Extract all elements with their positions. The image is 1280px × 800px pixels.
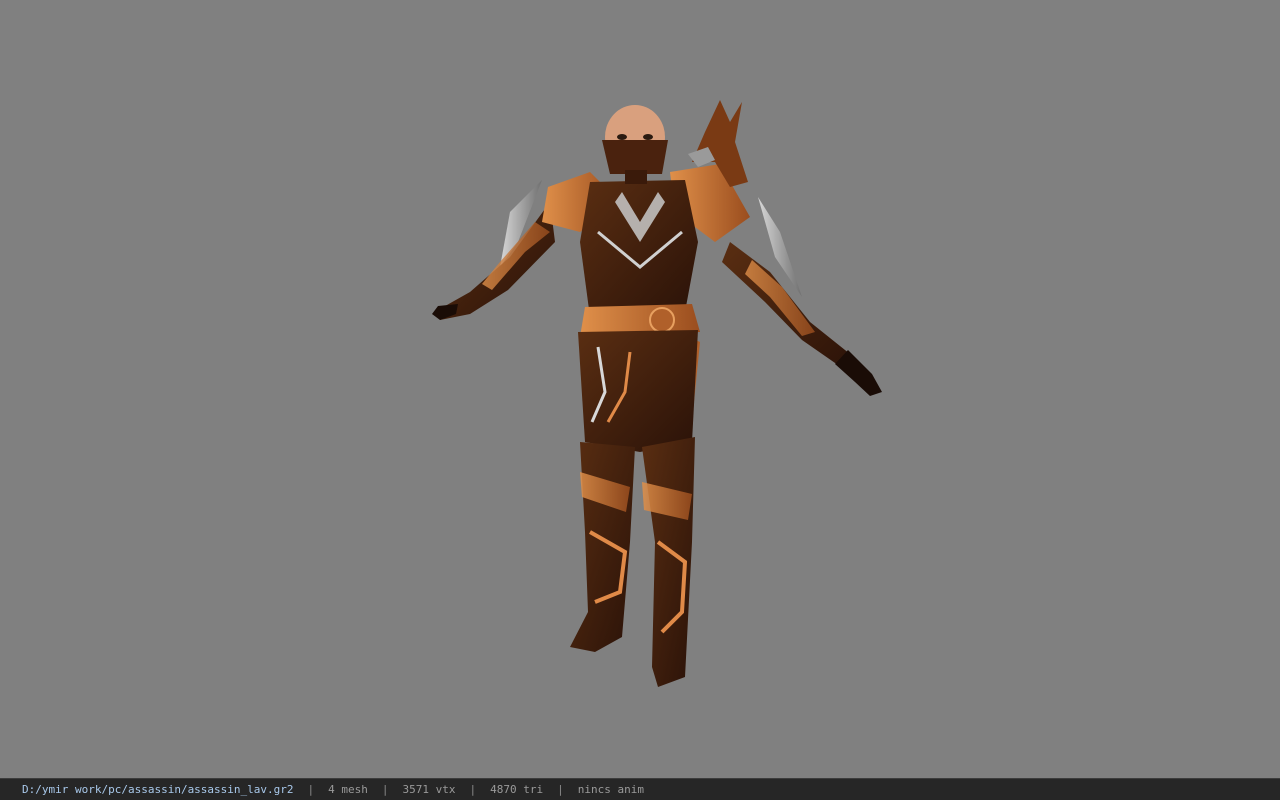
character-model-icon (432, 100, 882, 687)
status-bar: D:/ymir work/pc/assassin/assassin_lav.gr… (0, 778, 1280, 800)
model-viewport[interactable] (0, 0, 1280, 778)
separator: | (557, 783, 564, 796)
triangle-count-label: 4870 tri (490, 783, 544, 796)
vertex-count-label: 3571 vtx (402, 783, 456, 796)
file-path-label: D:/ymir work/pc/assassin/assassin_lav.gr… (22, 783, 294, 796)
mesh-count-label: 4 mesh (328, 783, 368, 796)
separator: | (469, 783, 477, 796)
animation-status-label: nincs anim (577, 783, 644, 796)
separator: | (381, 783, 389, 796)
separator: | (307, 783, 315, 796)
